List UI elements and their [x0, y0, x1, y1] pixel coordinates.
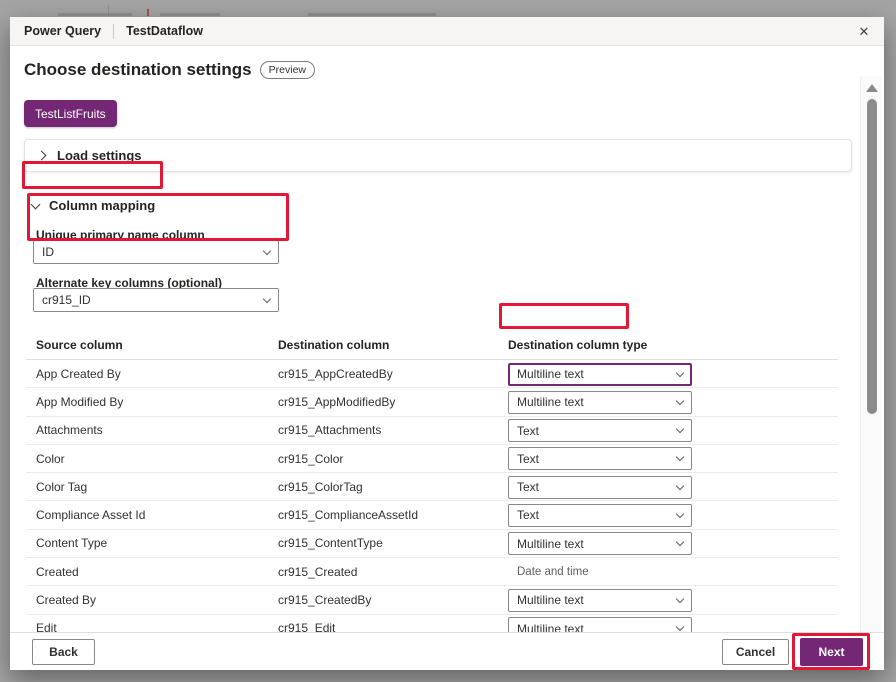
type-dropdown-value: Multiline text [517, 537, 677, 551]
cancel-button[interactable]: Cancel [722, 639, 789, 665]
chevron-down-icon [676, 453, 684, 461]
back-button[interactable]: Back [32, 639, 95, 665]
type-dropdown-value: Multiline text [517, 593, 677, 607]
type-dropdown-value: Text [517, 424, 677, 438]
background-page-remnant [147, 9, 149, 16]
chevron-down-icon [676, 397, 684, 405]
chevron-down-icon [676, 368, 684, 376]
type-dropdown[interactable]: Text [508, 476, 692, 499]
destination-cell: cr915_AppModifiedBy [278, 395, 395, 409]
chevron-down-icon [263, 246, 271, 254]
source-cell: Compliance Asset Id [36, 508, 145, 522]
type-dropdown[interactable]: Text [508, 504, 692, 527]
chevron-down-icon [676, 595, 684, 603]
column-mapping-section[interactable]: Column mapping [32, 198, 155, 213]
mapping-table-header: Source column Destination column Destina… [10, 333, 838, 359]
unique-primary-name-value: ID [42, 245, 264, 259]
destination-settings-dialog: Power Query TestDataflow ✕ Choose destin… [10, 17, 884, 670]
table-row: Content Type cr915_ContentType Multiline… [26, 530, 838, 558]
type-dropdown[interactable]: Multiline text [508, 532, 692, 555]
header-source-column: Source column [36, 338, 123, 352]
table-row: App Modified By cr915_AppModifiedBy Mult… [26, 388, 838, 416]
query-badge-testlistfruits[interactable]: TestListFruits [24, 100, 117, 127]
chevron-down-icon [263, 294, 271, 302]
type-dropdown[interactable]: Multiline text [508, 391, 692, 414]
unique-primary-name-dropdown[interactable]: ID [33, 240, 279, 264]
scroll-up-icon[interactable] [866, 84, 878, 92]
chevron-down-icon [676, 481, 684, 489]
source-cell: Color [36, 452, 65, 466]
destination-cell: cr915_ContentType [278, 536, 383, 550]
vertical-scrollbar[interactable] [860, 76, 882, 660]
type-dropdown-value: Text [517, 508, 677, 522]
source-cell: Attachments [36, 423, 103, 437]
destination-cell: cr915_Attachments [278, 423, 381, 437]
dialog-header: Power Query TestDataflow ✕ [10, 17, 884, 46]
page-title-text: Choose destination settings [24, 60, 252, 80]
header-destination-column-type: Destination column type [508, 338, 647, 352]
background-page-remnant [308, 13, 436, 16]
load-settings-section[interactable]: Load settings [24, 139, 852, 172]
table-row: Color cr915_Color Text [26, 445, 838, 473]
scrollbar-thumb[interactable] [867, 99, 877, 414]
destination-cell: cr915_Created [278, 565, 357, 579]
alternate-key-value: cr915_ID [42, 293, 264, 307]
destination-cell: cr915_Color [278, 452, 343, 466]
close-icon: ✕ [859, 24, 870, 40]
load-settings-label: Load settings [57, 148, 142, 163]
chevron-down-icon [676, 538, 684, 546]
table-row: Created By cr915_CreatedBy Multiline tex… [26, 586, 838, 614]
type-dropdown-value: Text [517, 480, 677, 494]
alternate-key-dropdown[interactable]: cr915_ID [33, 288, 279, 312]
table-row: Compliance Asset Id cr915_ComplianceAsse… [26, 501, 838, 529]
header-destination-column: Destination column [278, 338, 389, 352]
close-button[interactable]: ✕ [853, 21, 875, 43]
type-dropdown[interactable]: Multiline text [508, 363, 692, 386]
preview-badge: Preview [260, 61, 315, 79]
chevron-down-icon [676, 623, 684, 631]
dialog-body: Choose destination settings Preview Test… [10, 46, 884, 632]
destination-cell: cr915_CreatedBy [278, 593, 371, 607]
type-dropdown-value: Multiline text [517, 367, 677, 381]
app-title: Power Query [24, 24, 101, 38]
table-row: App Created By cr915_AppCreatedBy Multil… [26, 360, 838, 388]
table-row: Attachments cr915_Attachments Text [26, 417, 838, 445]
column-mapping-label: Column mapping [49, 198, 155, 213]
type-dropdown-value: Text [517, 452, 677, 466]
chevron-right-icon [37, 151, 47, 161]
source-cell: Created [36, 565, 79, 579]
source-cell: App Modified By [36, 395, 123, 409]
chevron-down-icon [676, 510, 684, 518]
dataflow-name: TestDataflow [126, 24, 203, 38]
header-divider [113, 24, 114, 39]
type-dropdown[interactable]: Text [508, 419, 692, 442]
type-dropdown[interactable]: Multiline text [508, 589, 692, 612]
type-text: Date and time [517, 566, 589, 578]
table-row: Color Tag cr915_ColorTag Text [26, 473, 838, 501]
type-dropdown[interactable]: Text [508, 447, 692, 470]
source-cell: App Created By [36, 367, 121, 381]
background-page-remnant [160, 13, 220, 16]
background-page-remnant [58, 13, 132, 16]
destination-cell: cr915_ColorTag [278, 480, 363, 494]
destination-cell: cr915_ComplianceAssetId [278, 508, 418, 522]
type-dropdown-value: Multiline text [517, 395, 677, 409]
page-title: Choose destination settings Preview [24, 60, 315, 80]
source-cell: Content Type [36, 536, 107, 550]
chevron-down-icon [31, 199, 41, 209]
background-page-remnant [108, 5, 109, 16]
chevron-down-icon [676, 425, 684, 433]
destination-cell: cr915_AppCreatedBy [278, 367, 393, 381]
next-button[interactable]: Next [800, 638, 863, 666]
source-cell: Created By [36, 593, 96, 607]
dialog-footer: Back Cancel Next [10, 632, 884, 670]
table-row: Created cr915_Created Date and time [26, 558, 838, 586]
mapping-rows: App Created By cr915_AppCreatedBy Multil… [10, 360, 884, 643]
source-cell: Color Tag [36, 480, 87, 494]
